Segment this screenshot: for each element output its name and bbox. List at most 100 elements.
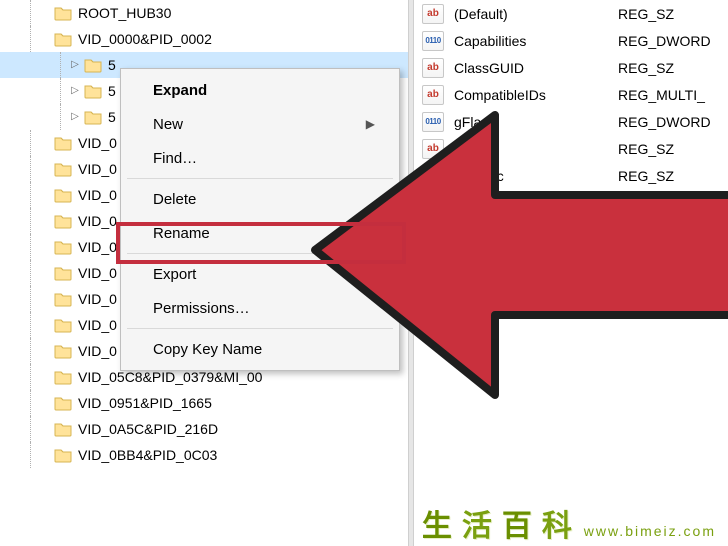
value-type: REG_MULTI_: [618, 222, 728, 238]
string-value-icon: ab: [422, 274, 444, 294]
context-menu-expand[interactable]: Expand: [123, 73, 397, 107]
tree-item-label: VID_0: [78, 312, 117, 338]
value-row[interactable]: abCompatibleIDsREG_MULTI_: [414, 81, 728, 108]
value-type: REG_SZ: [618, 6, 728, 22]
folder-icon: [54, 291, 72, 307]
tree-guide: [24, 26, 38, 52]
tree-item-label: 5: [108, 78, 116, 104]
context-menu-permissions[interactable]: Permissions…: [123, 291, 397, 325]
folder-icon: [54, 317, 72, 333]
chevron-right-icon[interactable]: ▷: [68, 84, 82, 98]
menu-separator: [127, 178, 393, 179]
value-row[interactable]: ab REG_SZ: [414, 189, 728, 216]
tree-guide: [24, 260, 38, 286]
watermark: 生 活 百 科 www.bimeiz.com: [420, 512, 722, 542]
context-menu-copy-key-name[interactable]: Copy Key Name: [123, 332, 397, 366]
string-value-icon: ab: [422, 139, 444, 159]
value-type: REG_SZ: [618, 141, 728, 157]
tree-guide: [24, 338, 38, 364]
registry-values[interactable]: ab(Default)REG_SZ0110CapabilitiesREG_DWO…: [414, 0, 728, 546]
value-name: (Default): [454, 6, 618, 22]
folder-icon: [54, 421, 72, 437]
tree-item[interactable]: VID_0951&PID_1665: [0, 390, 408, 416]
tree-item[interactable]: VID_0000&PID_0002: [0, 26, 408, 52]
context-menu-label: Copy Key Name: [153, 341, 262, 358]
value-name: ainerID: [454, 141, 618, 157]
context-menu-rename[interactable]: Rename: [123, 216, 397, 250]
value-row[interactable]: abtionInform…REG_SZ: [414, 243, 728, 270]
value-row[interactable]: 0110 gFlagsREG_DWORD: [414, 108, 728, 135]
tree-guide: [54, 104, 68, 130]
tree-item[interactable]: VID_0A5C&PID_216D: [0, 416, 408, 442]
value-type: REG_SZ: [618, 60, 728, 76]
value-type: REG_DWORD: [618, 114, 728, 130]
folder-icon: [54, 213, 72, 229]
tree-guide: [24, 442, 38, 468]
folder-icon: [54, 343, 72, 359]
watermark-url: www.bimeiz.com: [578, 522, 722, 540]
context-menu-delete[interactable]: Delete: [123, 182, 397, 216]
tree-guide: [24, 312, 38, 338]
value-name: ClassGUID: [454, 60, 618, 76]
tree-item-label: VID_0A5C&PID_216D: [78, 416, 218, 442]
binary-value-icon: 0110: [422, 112, 444, 132]
tree-item-label: VID_0: [78, 156, 117, 182]
string-value-icon: ab: [422, 247, 444, 267]
folder-icon: [84, 109, 102, 125]
chevron-right-icon[interactable]: ▷: [68, 58, 82, 72]
folder-icon: [54, 265, 72, 281]
menu-separator: [127, 328, 393, 329]
value-row[interactable]: ab ainerIDREG_SZ: [414, 135, 728, 162]
value-row[interactable]: 0110CapabilitiesREG_DWORD: [414, 27, 728, 54]
tree-guide: [24, 234, 38, 260]
tree-item-label: VID_0: [78, 260, 117, 286]
tree-guide: [24, 182, 38, 208]
tree-guide: [24, 416, 38, 442]
tree-item[interactable]: VID_0BB4&PID_0C03: [0, 442, 408, 468]
context-menu-label: Expand: [153, 82, 207, 99]
string-value-icon: ab: [422, 220, 444, 240]
tree-guide: [24, 286, 38, 312]
value-row[interactable]: ab REG_SZ: [414, 270, 728, 297]
chevron-right-icon[interactable]: ▷: [68, 110, 82, 124]
context-menu-find[interactable]: Find…: [123, 141, 397, 175]
tree-item-label: ROOT_HUB30: [78, 0, 171, 26]
context-menu-label: New: [153, 116, 183, 133]
tree-item-label: VID_0BB4&PID_0C03: [78, 442, 217, 468]
string-value-icon: ab: [422, 166, 444, 186]
context-menu: Expand New ▶ Find… Delete Rename Export …: [120, 68, 400, 371]
context-menu-label: Rename: [153, 225, 210, 242]
value-type: REG_SZ: [618, 195, 728, 211]
tree-item[interactable]: ROOT_HUB30: [0, 0, 408, 26]
tree-guide: [24, 390, 38, 416]
tree-item-label: VID_0: [78, 286, 117, 312]
value-name: Capabilities: [454, 33, 618, 49]
tree-item-label: VID_0: [78, 182, 117, 208]
folder-icon: [84, 57, 102, 73]
string-value-icon: ab: [422, 85, 444, 105]
context-menu-label: Permissions…: [153, 300, 250, 317]
string-value-icon: ab: [422, 4, 444, 24]
context-menu-label: Delete: [153, 191, 196, 208]
context-menu-export[interactable]: Export: [123, 257, 397, 291]
context-menu-new[interactable]: New ▶: [123, 107, 397, 141]
tree-guide: [24, 0, 38, 26]
tree-item-label: VID_0: [78, 208, 117, 234]
value-row[interactable]: ab REG_MULTI_: [414, 216, 728, 243]
tree-item-label: VID_0: [78, 234, 117, 260]
string-value-icon: ab: [422, 193, 444, 213]
value-row[interactable]: abClassGUIDREG_SZ: [414, 54, 728, 81]
value-type: REG_SZ: [618, 276, 728, 292]
value-row[interactable]: abiceDescREG_SZ: [414, 162, 728, 189]
value-name: iceDesc: [454, 168, 618, 184]
folder-icon: [54, 447, 72, 463]
value-name: CompatibleIDs: [454, 87, 618, 103]
context-menu-label: Export: [153, 266, 196, 283]
value-name: gFlags: [454, 114, 618, 130]
tree-guide: [24, 156, 38, 182]
binary-value-icon: 0110: [422, 31, 444, 51]
value-row[interactable]: ab (Default)REG_SZ: [414, 0, 728, 27]
tree-item-label: VID_0000&PID_0002: [78, 26, 212, 52]
tree-guide: [24, 364, 38, 390]
tree-guide: [54, 52, 68, 78]
